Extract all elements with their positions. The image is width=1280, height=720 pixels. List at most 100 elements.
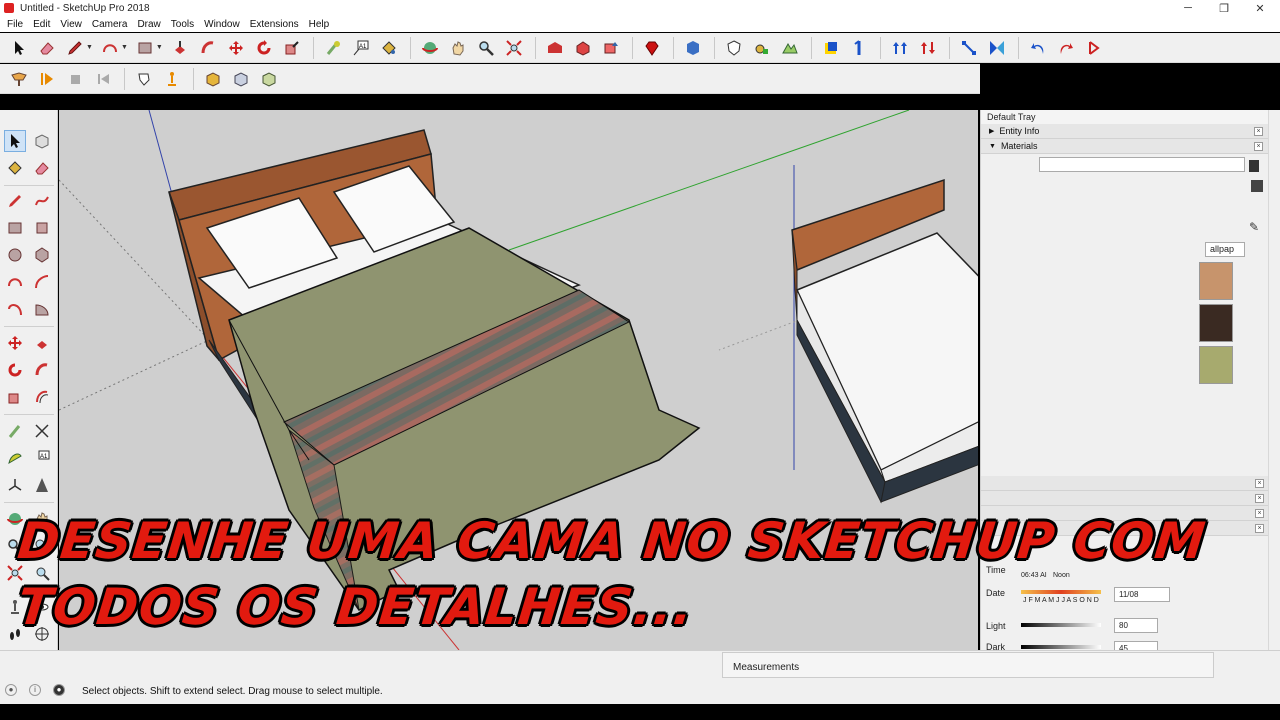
position-camera-button[interactable] bbox=[159, 67, 185, 91]
follow-me-tool[interactable] bbox=[31, 359, 53, 381]
menu-camera[interactable]: Camera bbox=[87, 19, 133, 30]
solid-tools-button[interactable] bbox=[721, 36, 747, 60]
layout-button[interactable] bbox=[680, 36, 706, 60]
arc-tool-button[interactable] bbox=[97, 36, 123, 60]
menu-help[interactable]: Help bbox=[304, 19, 335, 30]
menu-file[interactable]: File bbox=[2, 19, 28, 30]
make-component-tool[interactable] bbox=[31, 130, 53, 152]
redo-button[interactable] bbox=[1053, 36, 1079, 60]
outer-shell-button[interactable] bbox=[256, 67, 282, 91]
text-tool-button[interactable]: A1 bbox=[348, 36, 374, 60]
menu-window[interactable]: Window bbox=[199, 19, 245, 30]
orbit-button[interactable] bbox=[417, 36, 443, 60]
measurements-box[interactable]: Measurements bbox=[722, 652, 1214, 678]
arc-tool[interactable] bbox=[4, 271, 26, 293]
dimension-button[interactable] bbox=[956, 36, 982, 60]
pan-button[interactable] bbox=[445, 36, 471, 60]
menu-tools[interactable]: Tools bbox=[166, 19, 199, 30]
rotated-rectangle-tool[interactable] bbox=[31, 217, 53, 239]
terrain-button[interactable] bbox=[777, 36, 803, 60]
share-model-button[interactable] bbox=[598, 36, 624, 60]
date-slider[interactable] bbox=[1021, 590, 1101, 594]
play-button[interactable] bbox=[34, 67, 60, 91]
push-pull-button[interactable] bbox=[167, 36, 193, 60]
close-panel-icon[interactable]: × bbox=[1255, 479, 1264, 488]
flip-button[interactable] bbox=[984, 36, 1010, 60]
section-plane-button[interactable] bbox=[818, 36, 844, 60]
offset-tool[interactable] bbox=[31, 386, 53, 408]
tray-scrollbar[interactable] bbox=[1268, 110, 1280, 650]
close-panel-icon[interactable]: × bbox=[1254, 127, 1263, 136]
tape-measure-button[interactable] bbox=[320, 36, 346, 60]
axes-tool[interactable] bbox=[4, 474, 26, 496]
paint-bucket-tool[interactable] bbox=[4, 157, 26, 179]
dimension-tool[interactable] bbox=[31, 420, 53, 442]
close-button[interactable]: ✕ bbox=[1242, 0, 1278, 16]
polygon-tool[interactable] bbox=[31, 244, 53, 266]
info-icon[interactable]: i bbox=[29, 684, 41, 696]
material-name-input[interactable] bbox=[1039, 157, 1245, 172]
collapsed-panel-2[interactable]: × bbox=[981, 491, 1268, 506]
rectangle-tool[interactable] bbox=[4, 217, 26, 239]
paint-bucket-button[interactable] bbox=[376, 36, 402, 60]
follow-me-button[interactable] bbox=[195, 36, 221, 60]
warehouse-button[interactable] bbox=[542, 36, 568, 60]
light-input[interactable]: 80 bbox=[1114, 618, 1158, 633]
three-point-arc-tool[interactable] bbox=[4, 298, 26, 320]
rotate-tool[interactable] bbox=[4, 359, 26, 381]
components-button[interactable] bbox=[570, 36, 596, 60]
rotate-tool-button[interactable] bbox=[251, 36, 277, 60]
eraser-tool[interactable] bbox=[31, 157, 53, 179]
line-tool[interactable] bbox=[4, 190, 26, 212]
eyedropper-icon[interactable]: ✎ bbox=[1249, 220, 1259, 234]
up-arrows-button[interactable] bbox=[887, 36, 913, 60]
menu-edit[interactable]: Edit bbox=[28, 19, 55, 30]
two-point-arc-tool[interactable] bbox=[31, 271, 53, 293]
maximize-button[interactable]: ❐ bbox=[1206, 0, 1242, 16]
menu-extensions[interactable]: Extensions bbox=[245, 19, 304, 30]
axes-button[interactable] bbox=[846, 36, 872, 60]
materials-panel-header[interactable]: ▼ Materials × bbox=[981, 139, 1268, 154]
protractor-tool[interactable] bbox=[4, 447, 26, 469]
rewind-button[interactable] bbox=[90, 67, 116, 91]
geolocation-icon[interactable]: ● bbox=[5, 684, 17, 696]
circle-tool[interactable] bbox=[4, 244, 26, 266]
text-tool[interactable]: A1 bbox=[31, 447, 53, 469]
pie-tool[interactable] bbox=[31, 298, 53, 320]
select-tool-button[interactable] bbox=[6, 36, 32, 60]
dark-slider[interactable] bbox=[1021, 645, 1101, 649]
make-group-button[interactable] bbox=[228, 67, 254, 91]
dark-input[interactable]: 45 bbox=[1114, 641, 1158, 650]
menu-view[interactable]: View bbox=[55, 19, 87, 30]
walk-button[interactable] bbox=[131, 67, 157, 91]
user-account-icon[interactable]: ● bbox=[53, 684, 65, 696]
animation-button[interactable] bbox=[6, 67, 32, 91]
stop-button[interactable] bbox=[62, 67, 88, 91]
material-swatch-dark-wood[interactable] bbox=[1199, 304, 1233, 342]
create-material-icon[interactable] bbox=[1249, 160, 1259, 172]
move-tool[interactable] bbox=[4, 332, 26, 354]
scale-tool[interactable] bbox=[4, 386, 26, 408]
close-panel-icon[interactable]: × bbox=[1255, 494, 1264, 503]
minimize-button[interactable]: ─ bbox=[1170, 0, 1206, 16]
library-dropdown[interactable]: allpap bbox=[1205, 242, 1245, 257]
entity-info-panel-header[interactable]: ▶ Entity Info × bbox=[981, 124, 1268, 139]
sandbox-button[interactable] bbox=[749, 36, 775, 60]
make-component-button[interactable] bbox=[200, 67, 226, 91]
close-panel-icon[interactable]: × bbox=[1255, 524, 1264, 533]
updown-arrows-button[interactable] bbox=[915, 36, 941, 60]
3d-text-tool[interactable] bbox=[31, 474, 53, 496]
material-swatch-tile[interactable] bbox=[1199, 262, 1233, 300]
menu-draw[interactable]: Draw bbox=[132, 19, 165, 30]
eraser-tool-button[interactable] bbox=[34, 36, 60, 60]
tape-measure-tool[interactable] bbox=[4, 420, 26, 442]
extension-warehouse-button[interactable] bbox=[639, 36, 665, 60]
material-swatch-green[interactable] bbox=[1199, 346, 1233, 384]
date-input[interactable]: 11/08 bbox=[1114, 587, 1170, 602]
move-tool-button[interactable] bbox=[223, 36, 249, 60]
select-tool[interactable] bbox=[4, 130, 26, 152]
rectangle-tool-button[interactable] bbox=[132, 36, 158, 60]
line-tool-button[interactable] bbox=[62, 36, 88, 60]
scale-tool-button[interactable] bbox=[279, 36, 305, 60]
collapsed-panel-1[interactable]: × bbox=[981, 476, 1268, 491]
